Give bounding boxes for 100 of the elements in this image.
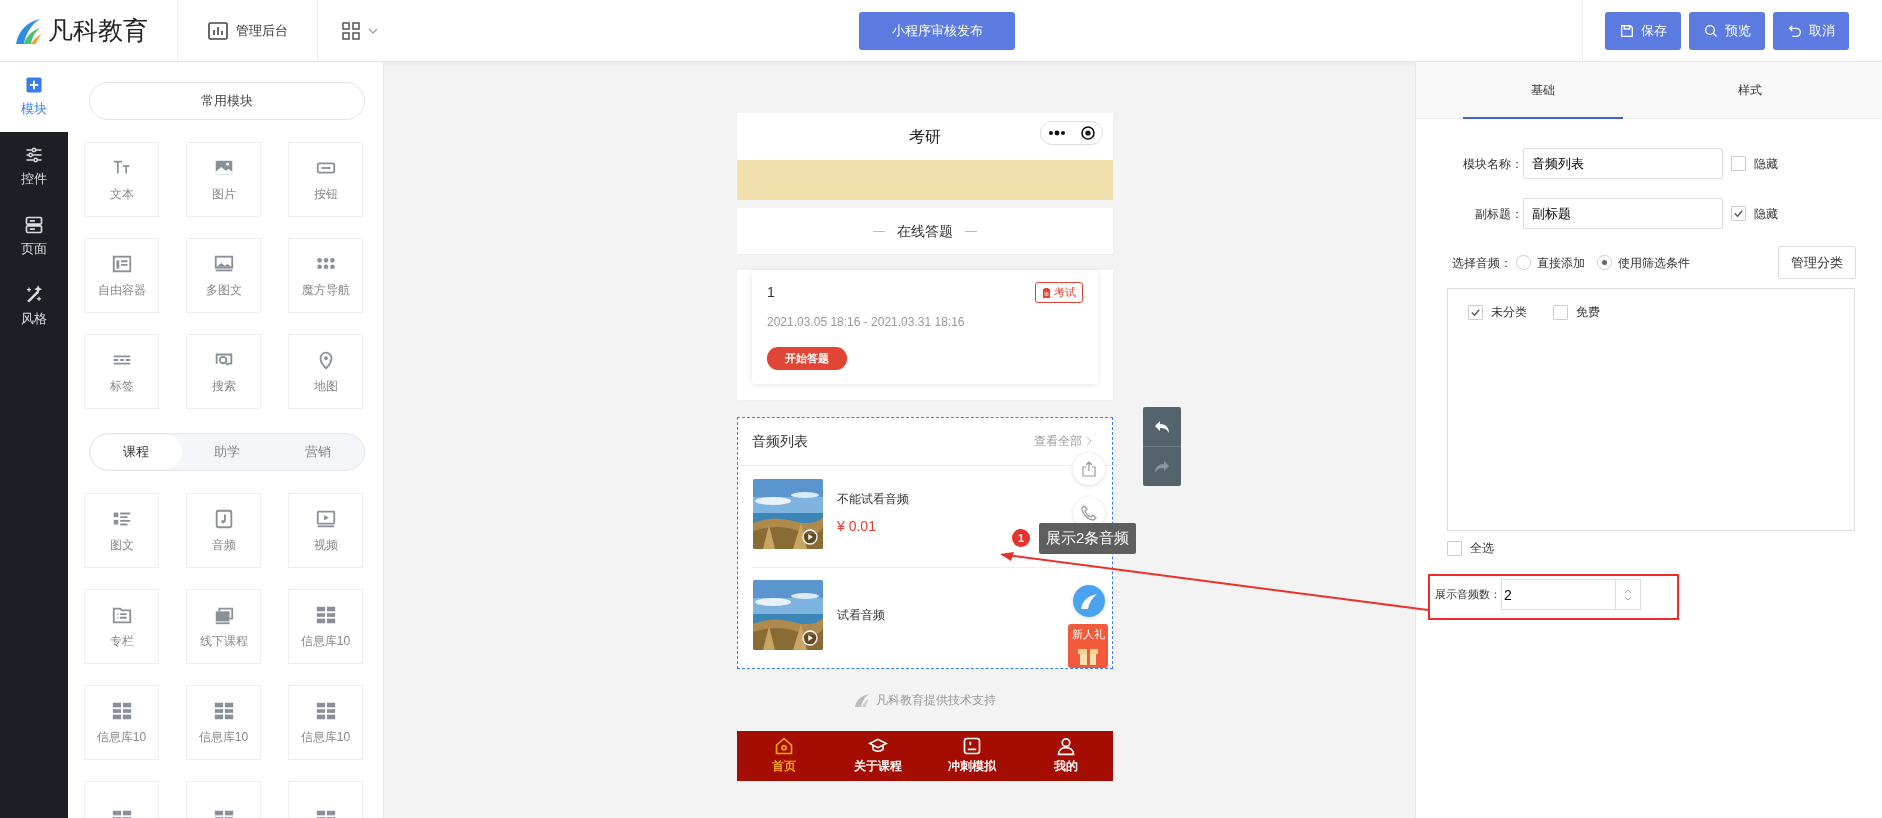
field-label: 展示音频数： <box>1435 587 1501 603</box>
play-icon[interactable] <box>802 629 818 646</box>
leaf-icon <box>1080 593 1098 609</box>
category-tab[interactable]: 课程 <box>91 435 182 469</box>
radio-button[interactable] <box>1516 255 1531 270</box>
module-tile[interactable]: 信息库10 <box>186 685 261 760</box>
sidebar-item[interactable]: 页面 <box>0 202 68 272</box>
category-checkbox[interactable] <box>1468 304 1483 320</box>
save-icon <box>1619 22 1635 39</box>
exam-time: 2021.03.05 18:16 - 2021.03.31 18:16 <box>767 314 966 331</box>
home-icon <box>774 736 794 756</box>
admin-link[interactable]: 管理后台 <box>207 20 288 41</box>
plus-icon <box>24 75 44 96</box>
spin-down-icon[interactable] <box>1624 595 1632 601</box>
category-tab[interactable]: 营销 <box>272 435 363 469</box>
save-button[interactable]: 保存 <box>1605 11 1681 50</box>
logo-text: 凡科教育 <box>48 14 148 46</box>
checkbox-label: 免费 <box>1576 304 1600 321</box>
spin-up-icon[interactable] <box>1624 588 1632 594</box>
module-tile[interactable]: 信息库10 <box>84 685 159 760</box>
tab-bar-item[interactable]: 我的 <box>1019 730 1113 781</box>
audio-title: 试看音频 <box>837 606 885 624</box>
redo-icon <box>1154 459 1170 474</box>
check-icon <box>1470 306 1481 318</box>
checkbox-label: 隐藏 <box>1754 205 1778 223</box>
audio-price: ¥ 0.01 <box>837 517 877 536</box>
page-title: 考研 <box>909 126 941 147</box>
tab-bar-item[interactable]: 关于课程 <box>831 730 925 781</box>
exam-number: 1 <box>767 283 775 302</box>
field-label: 选择音频： <box>1452 254 1512 272</box>
module-tile[interactable]: 信息库10 <box>288 685 363 760</box>
text-field[interactable]: 副标题 <box>1523 198 1723 229</box>
search-icon <box>1703 22 1719 39</box>
gift-badge[interactable]: 新人礼 <box>1068 624 1108 668</box>
module-tile[interactable]: 标签 <box>84 334 159 409</box>
section-title: 在线答题 <box>897 221 953 241</box>
settings-tab[interactable]: 基础 <box>1463 62 1623 119</box>
exam-tag: 考试 <box>1035 282 1083 303</box>
cancel-button[interactable]: 取消 <box>1773 11 1849 50</box>
tab-bar-item[interactable]: 首页 <box>737 730 831 781</box>
chart-icon <box>207 21 228 40</box>
module-tile[interactable]: 信息库10 <box>288 589 363 664</box>
layout-dropdown[interactable] <box>342 21 378 40</box>
module-tile[interactable]: 线下课程 <box>186 589 261 664</box>
checkbox-label: 未分类 <box>1491 304 1527 321</box>
sidebar-item[interactable]: 控件 <box>0 132 68 202</box>
module-tile[interactable]: 视频 <box>288 493 363 568</box>
checkbox-label: 全选 <box>1470 540 1494 557</box>
preview-button[interactable]: 预览 <box>1689 11 1765 50</box>
checkbox-label: 隐藏 <box>1754 155 1778 173</box>
module-tile[interactable]: 魔方导航 <box>288 238 363 313</box>
start-exam-button[interactable]: 开始答题 <box>767 347 847 370</box>
module-tile[interactable]: 专栏 <box>84 589 159 664</box>
list-title: 音频列表 <box>752 431 808 451</box>
category-tab[interactable]: 助学 <box>181 435 273 469</box>
module-tile[interactable]: 图片 <box>186 142 261 217</box>
play-icon[interactable] <box>802 528 818 545</box>
sidebar-item[interactable]: 模块 <box>0 62 68 132</box>
radio-label: 直接添加 <box>1537 254 1585 272</box>
module-tile[interactable]: 音频 <box>186 493 261 568</box>
hide-checkbox[interactable] <box>1731 156 1746 171</box>
chevron-right-icon <box>1086 436 1092 446</box>
text-field[interactable]: 音频列表 <box>1523 148 1723 179</box>
manage-categories-button[interactable]: 管理分类 <box>1778 246 1856 279</box>
more-icon <box>1048 130 1067 136</box>
module-tile[interactable]: 搜索 <box>186 334 261 409</box>
module-tile[interactable]: 自由容器 <box>84 238 159 313</box>
sidebar-item[interactable]: 风格 <box>0 272 68 342</box>
caret-icon <box>368 26 378 35</box>
logo-icon <box>14 17 44 44</box>
module-tile[interactable]: 多图文 <box>186 238 261 313</box>
tab-bar-item[interactable]: 冲刺模拟 <box>925 730 1019 781</box>
hide-checkbox[interactable] <box>1731 206 1746 221</box>
number-field[interactable]: 2 <box>1501 579 1615 610</box>
field-label: 模块名称： <box>1462 155 1523 173</box>
common-modules-button[interactable]: 常用模块 <box>89 82 365 120</box>
publish-button[interactable]: 小程序审核发布 <box>859 11 1015 50</box>
tooltip: 展示2条音频 <box>1039 523 1137 554</box>
footer-text: 凡科教育提供技术支持 <box>876 691 996 709</box>
exam-card[interactable]: 1 考试 2021.03.05 18:16 - 2021.03.31 18:16 开始答题 <box>752 270 1098 384</box>
check-icon <box>1733 208 1744 219</box>
radio-label: 使用筛选条件 <box>1618 254 1690 272</box>
view-all-link[interactable]: 查看全部 <box>1034 432 1092 450</box>
record-icon <box>1080 126 1095 140</box>
radio-button[interactable] <box>1597 255 1612 270</box>
module-tile[interactable]: 按钮 <box>288 142 363 217</box>
module-tile[interactable]: 地图 <box>288 334 363 409</box>
brand-icon <box>854 692 870 707</box>
share-icon <box>1081 461 1097 477</box>
phone-icon <box>1081 505 1097 521</box>
undo-icon <box>1154 419 1170 434</box>
clipboard-icon <box>1042 287 1051 298</box>
module-tile[interactable]: 文本 <box>84 142 159 217</box>
category-checkbox[interactable] <box>1553 304 1568 320</box>
layout-icon <box>24 215 44 236</box>
module-tile[interactable]: 图文 <box>84 493 159 568</box>
board-icon <box>962 736 982 756</box>
settings-tab[interactable]: 样式 <box>1670 62 1830 119</box>
field-label: 副标题： <box>1474 205 1523 223</box>
select-all-checkbox[interactable] <box>1447 540 1462 556</box>
